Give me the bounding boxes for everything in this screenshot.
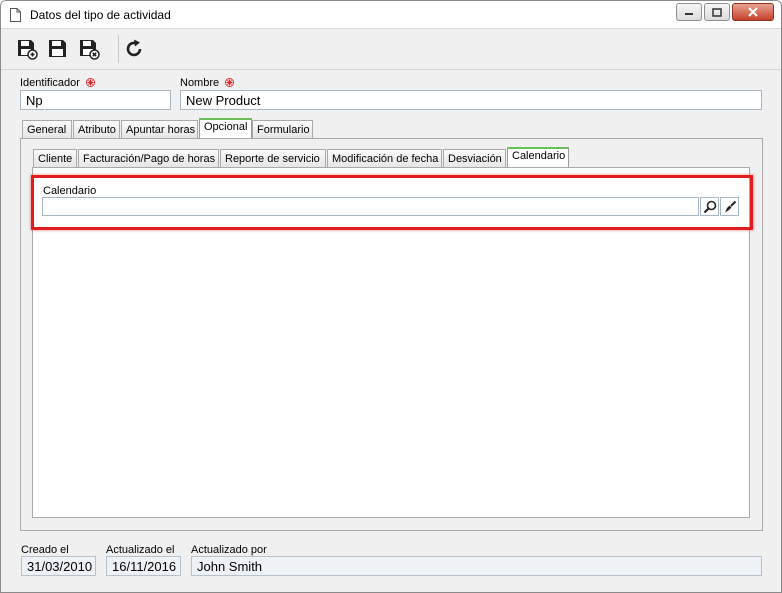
maximize-button[interactable] <box>704 3 730 21</box>
creado-label: Creado el <box>21 544 69 556</box>
tab-formulario[interactable]: Formulario <box>252 120 313 138</box>
save-close-icon <box>80 40 100 60</box>
save-new-button[interactable] <box>14 36 40 62</box>
toolbar-separator <box>118 35 119 63</box>
actualizado-por-field: John Smith <box>191 556 762 576</box>
dialog-window: Datos del tipo de actividad Identificado… <box>0 0 782 593</box>
subtab-facturacion[interactable]: Facturación/Pago de horas <box>78 149 219 167</box>
nombre-label: Nombre <box>180 77 235 89</box>
minimize-icon <box>685 13 693 15</box>
tab-atributo[interactable]: Atributo <box>73 120 120 138</box>
nombre-field[interactable]: New Product <box>180 90 762 110</box>
toolbar <box>1 30 781 70</box>
identificador-field[interactable]: Np <box>20 90 171 110</box>
actualizado-field: 16/11/2016 <box>106 556 181 576</box>
required-icon <box>86 78 95 87</box>
window-title: Datos del tipo de actividad <box>30 8 171 22</box>
close-icon <box>748 7 758 17</box>
creado-field: 31/03/2010 <box>21 556 96 576</box>
tab-general[interactable]: General <box>22 120 72 138</box>
highlight-box <box>31 175 753 230</box>
minimize-button[interactable] <box>676 3 702 21</box>
window-controls <box>674 3 774 21</box>
save-close-button[interactable] <box>76 36 102 62</box>
identificador-label: Identificador <box>20 77 95 89</box>
required-icon <box>225 78 235 87</box>
save-icon <box>49 40 66 57</box>
tab-opcional[interactable]: Opcional <box>199 118 252 138</box>
actualizado-por-label: Actualizado por <box>191 544 267 556</box>
save-button[interactable] <box>45 36 71 62</box>
identificador-label-text: Identificador <box>20 77 80 89</box>
subtab-desviacion[interactable]: Desviación <box>443 149 506 167</box>
maximize-icon <box>712 7 722 17</box>
nombre-label-text: Nombre <box>180 77 220 89</box>
document-icon <box>10 8 21 22</box>
save-new-icon <box>18 40 38 60</box>
title-bar: Datos del tipo de actividad <box>1 1 781 29</box>
subtab-calendario[interactable]: Calendario <box>507 147 569 167</box>
close-button[interactable] <box>732 3 774 21</box>
refresh-icon <box>126 39 142 57</box>
subtab-cliente[interactable]: Cliente <box>33 149 77 167</box>
subtab-modificacion-fecha[interactable]: Modificación de fecha <box>327 149 442 167</box>
refresh-button[interactable] <box>121 36 147 62</box>
tab-apuntar-horas[interactable]: Apuntar horas <box>121 120 198 138</box>
subtab-reporte-servicio[interactable]: Reporte de servicio <box>220 149 326 167</box>
actualizado-label: Actualizado el <box>106 544 175 556</box>
